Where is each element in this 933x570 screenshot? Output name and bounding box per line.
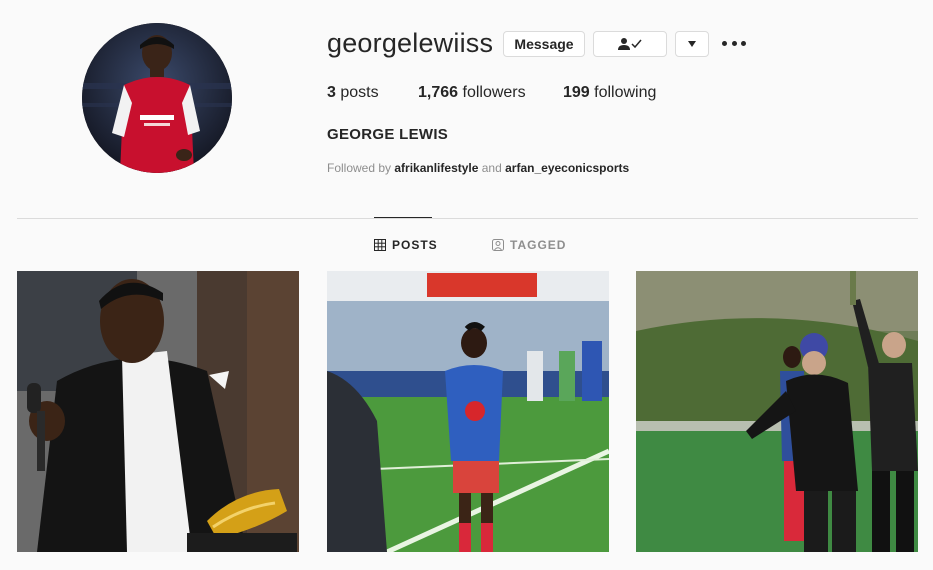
following-count: 199 (563, 84, 590, 101)
following-stat[interactable]: 199 following (563, 84, 656, 102)
post-image-pitch (327, 271, 609, 552)
followers-count: 1,766 (418, 84, 459, 101)
followed-by-user-link[interactable]: arfan_eyeconicsports (505, 161, 629, 175)
tab-tagged-label: TAGGED (510, 238, 567, 252)
message-button[interactable]: Message (503, 31, 585, 57)
profile-username: georgelewiiss (327, 28, 494, 58)
profile-avatar[interactable] (82, 23, 232, 173)
followed-by-text: Followed by afrikanlifestyle and arfan_e… (327, 161, 629, 175)
post-thumbnail[interactable] (636, 271, 918, 552)
tabs-divider (17, 218, 918, 219)
followers-label: followers (458, 84, 526, 101)
followed-by-and: and (478, 161, 506, 175)
caret-down-icon (687, 41, 697, 47)
post-image-award (17, 271, 299, 552)
grid-icon (374, 239, 386, 251)
tag-user-icon (492, 239, 504, 251)
profile-stats: 3 posts 1,766 followers 199 following (327, 84, 656, 102)
suggested-dropdown-button[interactable] (675, 31, 709, 57)
profile-full-name: GEORGE LEWIS (327, 126, 449, 143)
avatar-image (82, 23, 232, 173)
following-button[interactable] (593, 31, 667, 57)
active-tab-indicator (374, 217, 432, 218)
tab-posts[interactable]: POSTS (374, 238, 438, 252)
post-thumbnail[interactable] (327, 271, 609, 552)
person-check-icon (618, 38, 642, 50)
posts-count: 3 (327, 84, 336, 101)
followed-by-prefix: Followed by (327, 161, 395, 175)
more-options-button[interactable] (722, 36, 746, 50)
followed-by-user-link[interactable]: afrikanlifestyle (394, 161, 478, 175)
posts-stat: 3 posts (327, 84, 418, 102)
ellipsis-icon (722, 40, 727, 46)
posts-label: posts (335, 84, 379, 101)
post-image-sideline (636, 271, 918, 552)
tab-tagged[interactable]: TAGGED (492, 238, 566, 252)
post-thumbnail[interactable] (17, 271, 299, 552)
followers-stat[interactable]: 1,766 followers (418, 84, 563, 102)
tab-posts-label: POSTS (392, 238, 438, 252)
following-label: following (589, 84, 657, 101)
